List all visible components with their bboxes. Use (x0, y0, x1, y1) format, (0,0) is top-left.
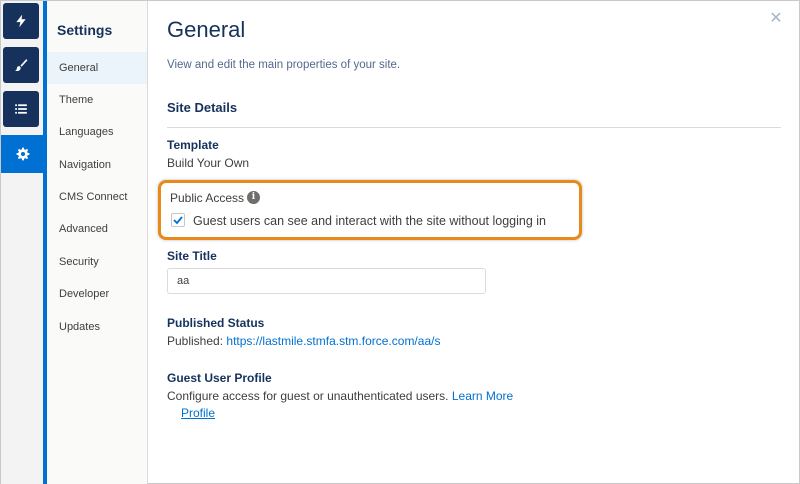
rail-button-settings[interactable] (1, 135, 45, 173)
page-description: View and edit the main properties of you… (167, 59, 401, 71)
guest-user-profile-label: Guest User Profile (167, 371, 272, 385)
rail-button-lightning[interactable] (3, 3, 39, 39)
section-divider (167, 127, 781, 128)
icon-rail (1, 1, 45, 484)
rail-button-brush[interactable] (3, 47, 39, 83)
nav-item-updates[interactable]: Updates (47, 311, 147, 343)
nav-item-navigation[interactable]: Navigation (47, 149, 147, 181)
template-label: Template (167, 138, 219, 152)
guest-user-profile-description: Configure access for guest or unauthenti… (167, 389, 449, 403)
nav-item-advanced[interactable]: Advanced (47, 213, 147, 245)
info-icon[interactable]: i (247, 191, 260, 204)
nav-item-general[interactable]: General (47, 52, 147, 84)
main-panel: General View and edit the main propertie… (149, 1, 799, 484)
learn-more-link[interactable]: Learn More (452, 389, 513, 403)
site-title-input[interactable] (167, 268, 486, 294)
settings-title: Settings (57, 22, 113, 38)
brush-icon (15, 59, 28, 72)
nav-item-developer[interactable]: Developer (47, 278, 147, 310)
nav-item-cms-connect[interactable]: CMS Connect (47, 181, 147, 213)
published-prefix: Published: (167, 334, 224, 348)
profile-link-row: Profile (181, 406, 215, 420)
template-value: Build Your Own (167, 156, 250, 170)
guest-access-checkbox-label[interactable]: Guest users can see and interact with th… (193, 214, 546, 228)
published-status-row: Published: https://lastmile.stmfa.stm.fo… (167, 334, 440, 348)
profile-link[interactable]: Profile (181, 406, 215, 420)
site-title-label: Site Title (167, 249, 217, 263)
list-icon (15, 104, 27, 114)
guest-access-checkbox[interactable] (171, 213, 185, 227)
published-url-link[interactable]: https://lastmile.stmfa.stm.force.com/aa/… (226, 334, 440, 348)
gear-icon (16, 147, 30, 161)
public-access-highlight (158, 180, 582, 240)
nav-item-languages[interactable]: Languages (47, 116, 147, 148)
page-title: General (167, 17, 246, 42)
section-title-site-details: Site Details (167, 100, 238, 115)
site-settings-window: Settings General Theme Languages Navigat… (0, 0, 800, 484)
published-status-label: Published Status (167, 316, 265, 330)
nav-item-theme[interactable]: Theme (47, 84, 147, 116)
close-icon[interactable]: ✕ (768, 11, 784, 27)
settings-nav: Settings General Theme Languages Navigat… (47, 1, 148, 484)
lightning-icon (16, 14, 26, 28)
checkmark-icon (173, 216, 183, 225)
nav-item-security[interactable]: Security (47, 246, 147, 278)
rail-button-list[interactable] (3, 91, 39, 127)
public-access-label: Public Access (170, 191, 245, 205)
guest-user-profile-desc-row: Configure access for guest or unauthenti… (167, 389, 513, 403)
